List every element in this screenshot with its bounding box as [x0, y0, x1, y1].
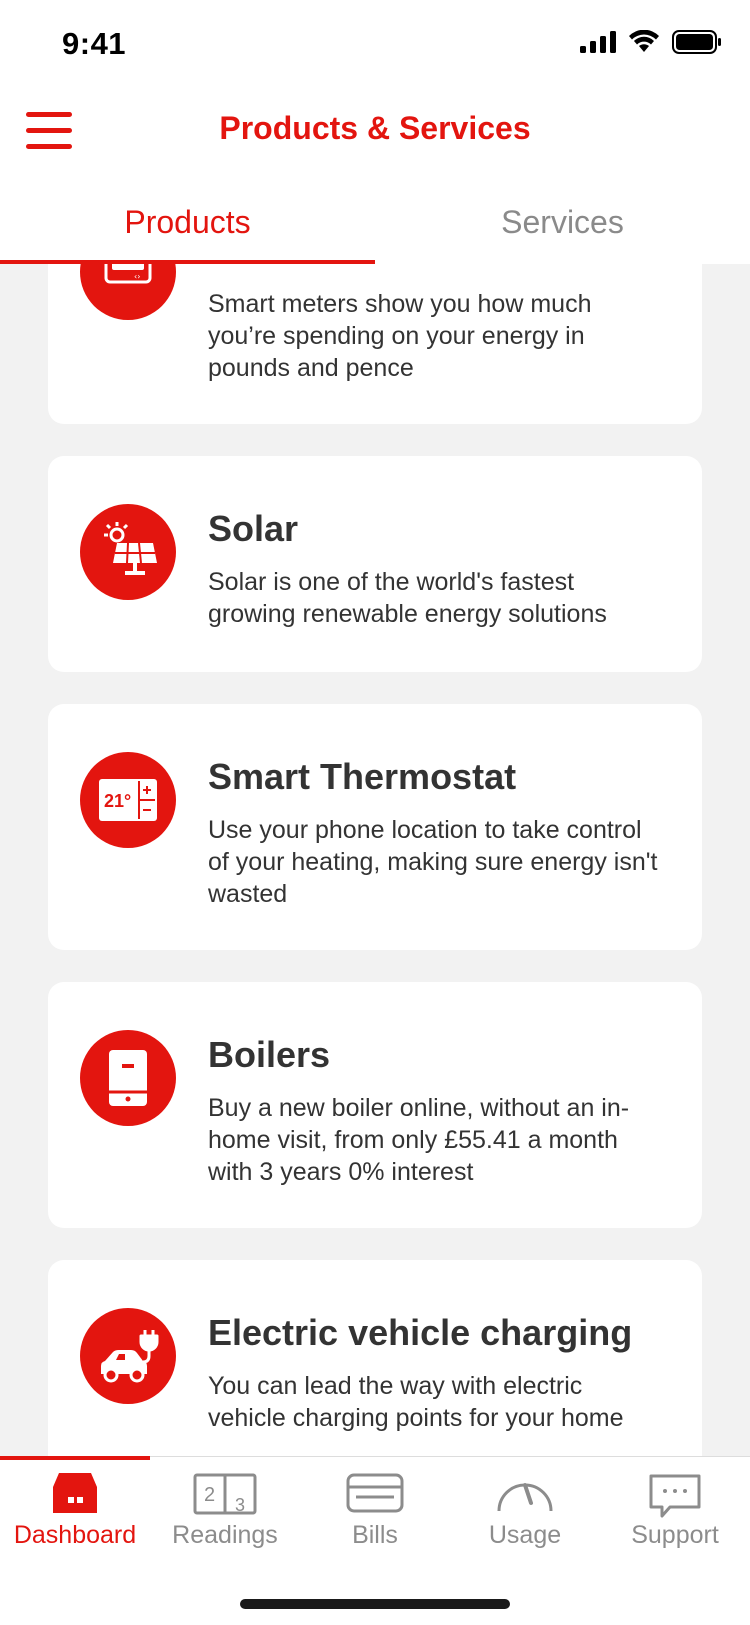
smart-meter-icon: ‹›	[80, 264, 176, 320]
product-card-description: Solar is one of the world's fastest grow…	[208, 568, 607, 628]
product-card-boilers[interactable]: Boilers Buy a new boiler online, without…	[48, 982, 702, 1228]
thermostat-icon: 21°	[80, 752, 176, 848]
nav-label: Bills	[352, 1521, 398, 1549]
meter-reading-digit: 2	[204, 1484, 215, 1506]
meter-reading-digit: 3	[235, 1495, 245, 1515]
nav-support[interactable]: Support	[600, 1457, 750, 1567]
tab-services[interactable]: Services	[375, 180, 750, 264]
status-icons	[580, 30, 722, 54]
status-bar: 9:41	[0, 0, 750, 90]
bottom-nav: Dashboard 2 3 Readings Bills Usage Suppo…	[0, 1456, 750, 1625]
product-card-description: Use your phone location to take control …	[208, 816, 658, 908]
product-card-title: Electric vehicle charging	[208, 1312, 633, 1353]
home-indicator	[240, 1599, 510, 1609]
battery-icon	[672, 30, 721, 54]
product-card-smart-meter[interactable]: ‹› Smart meters show you how much you’re…	[48, 264, 702, 424]
product-card-ev-charging[interactable]: Electric vehicle charging You can lead t…	[48, 1260, 702, 1456]
nav-label: Usage	[488, 1521, 562, 1549]
product-card-title: Boilers	[208, 1034, 331, 1075]
app-header: Products & Services	[0, 90, 750, 180]
product-card-description: Smart meters show you how much you’re sp…	[208, 290, 592, 382]
thermostat-reading: 21°	[104, 791, 131, 811]
products-list[interactable]: ‹› Smart meters show you how much you’re…	[0, 264, 750, 1456]
nav-bills[interactable]: Bills	[300, 1457, 450, 1567]
svg-text:‹›: ‹›	[134, 272, 140, 281]
chat-icon	[649, 1474, 701, 1518]
ev-charging-icon	[80, 1308, 176, 1404]
gauge-icon	[497, 1483, 553, 1512]
meter-readings-icon: 2 3	[193, 1473, 257, 1515]
nav-label: Dashboard	[13, 1521, 137, 1549]
signal-icon	[580, 31, 616, 53]
product-card-description: You can lead the way with electric vehic…	[208, 1372, 624, 1432]
tab-products[interactable]: Products	[0, 180, 375, 264]
home-icon	[53, 1473, 97, 1513]
nav-readings[interactable]: 2 3 Readings	[150, 1457, 300, 1567]
nav-label: Support	[631, 1521, 719, 1549]
product-card-solar[interactable]: Solar Solar is one of the world's fastes…	[48, 456, 702, 672]
status-time: 9:41	[62, 26, 127, 61]
product-card-description: Buy a new boiler online, without an in-h…	[208, 1094, 630, 1186]
nav-usage[interactable]: Usage	[450, 1457, 600, 1567]
bill-icon	[346, 1473, 404, 1513]
boiler-icon	[80, 1030, 176, 1126]
wifi-icon	[629, 30, 659, 52]
nav-label: Readings	[172, 1521, 278, 1549]
page-title: Products & Services	[219, 110, 531, 146]
nav-dashboard[interactable]: Dashboard	[0, 1456, 150, 1567]
product-card-title: Solar	[208, 508, 299, 549]
product-card-smart-thermostat[interactable]: 21° Smart Thermostat Use your phone loca…	[48, 704, 702, 950]
product-card-title: Smart Thermostat	[208, 756, 517, 797]
solar-panel-icon	[80, 504, 176, 600]
tab-bar: Products Services	[0, 180, 750, 264]
